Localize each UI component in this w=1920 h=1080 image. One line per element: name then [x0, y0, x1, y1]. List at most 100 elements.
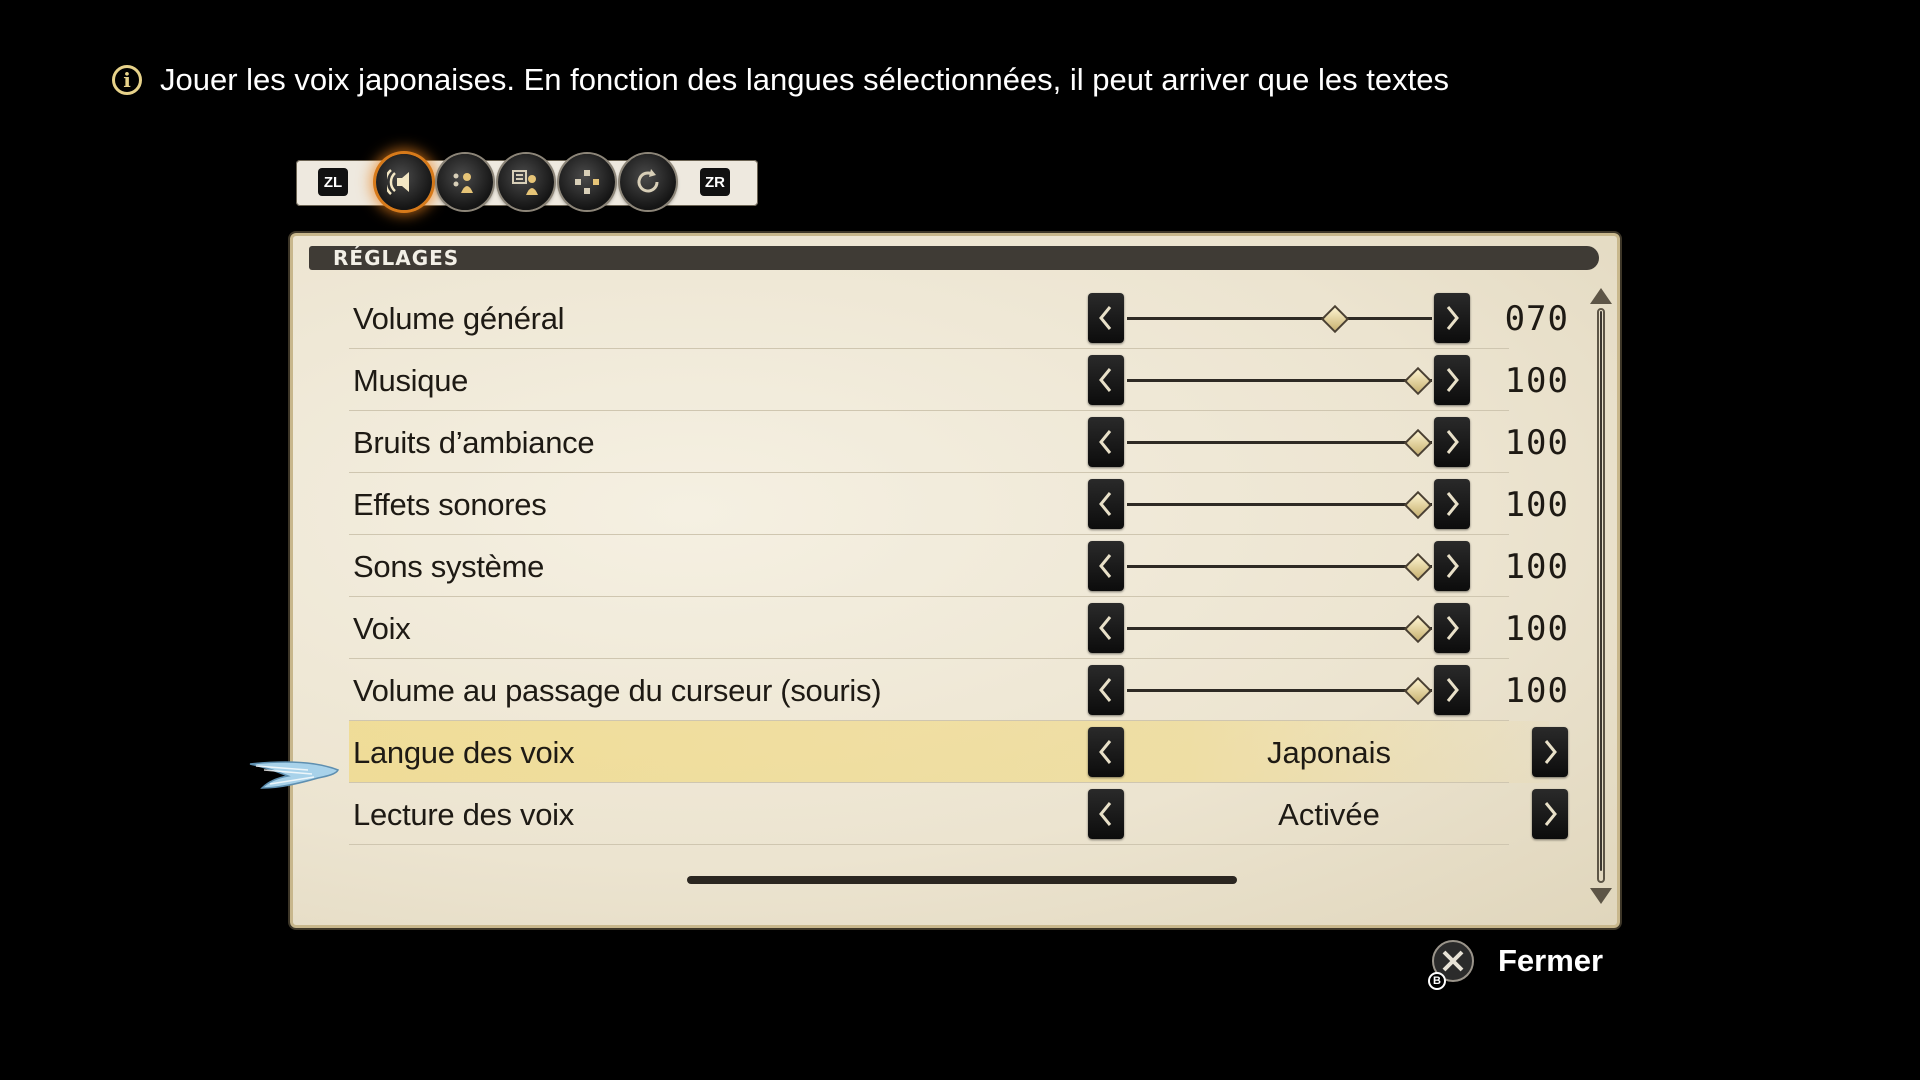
- slider-knob[interactable]: [1320, 304, 1350, 334]
- setting-value: 100: [1504, 485, 1569, 525]
- slider-knob[interactable]: [1403, 428, 1433, 458]
- close-label: Fermer: [1498, 943, 1604, 978]
- tab-display[interactable]: [498, 154, 554, 210]
- chevron-left-icon: [1099, 306, 1112, 330]
- setting-label: Langue des voix: [353, 735, 575, 770]
- b-button-glyph: B: [1428, 972, 1446, 990]
- decrease-button[interactable]: [1088, 541, 1124, 591]
- setting-row-sound-effects[interactable]: Effets sonores 100: [349, 473, 1568, 535]
- setting-row-system-sounds[interactable]: Sons système 100: [349, 535, 1568, 597]
- scrollbar-thumb[interactable]: [1600, 311, 1602, 871]
- setting-row-voice-playback[interactable]: Lecture des voix Activée: [349, 783, 1568, 845]
- decrease-button[interactable]: [1088, 603, 1124, 653]
- setting-value: 100: [1504, 361, 1569, 401]
- volume-slider[interactable]: [1127, 317, 1432, 320]
- setting-label: Lecture des voix: [353, 797, 574, 832]
- chevron-left-icon: [1099, 616, 1112, 640]
- settings-tab-bar: ZL ZR: [296, 154, 758, 210]
- setting-value: 070: [1504, 299, 1569, 339]
- chevron-right-icon: [1544, 740, 1557, 764]
- tab-reset[interactable]: [620, 154, 676, 210]
- chevron-right-icon: [1446, 554, 1459, 578]
- setting-choice-value: Japonais: [1266, 735, 1392, 770]
- chevron-left-icon: [1099, 430, 1112, 454]
- setting-label: Volume général: [353, 301, 565, 336]
- hint-text: Jouer les voix japonaises. En fonction d…: [160, 62, 1449, 97]
- slider-knob[interactable]: [1403, 676, 1433, 706]
- volume-slider[interactable]: [1127, 689, 1432, 692]
- volume-slider[interactable]: [1127, 627, 1432, 630]
- close-icon: B: [1428, 938, 1476, 990]
- previous-option-button[interactable]: [1088, 727, 1124, 777]
- increase-button[interactable]: [1434, 293, 1470, 343]
- hint-bar: i Jouer les voix japonaises. En fonction…: [112, 62, 1630, 98]
- setting-value: 100: [1504, 609, 1569, 649]
- volume-slider[interactable]: [1127, 379, 1432, 382]
- volume-slider[interactable]: [1127, 441, 1432, 444]
- previous-option-button[interactable]: [1088, 789, 1124, 839]
- decrease-button[interactable]: [1088, 355, 1124, 405]
- setting-value: 100: [1504, 423, 1569, 463]
- chevron-left-icon: [1099, 802, 1112, 826]
- slider-knob[interactable]: [1403, 490, 1433, 520]
- tab-controls[interactable]: [559, 154, 615, 210]
- setting-row-music[interactable]: Musique 100: [349, 349, 1568, 411]
- tab-sound[interactable]: [376, 154, 432, 210]
- sound-icon: [387, 169, 409, 195]
- decrease-button[interactable]: [1088, 417, 1124, 467]
- setting-label: Voix: [353, 611, 411, 646]
- panel-title: RÉGLAGES: [309, 246, 1599, 270]
- increase-button[interactable]: [1434, 417, 1470, 467]
- increase-button[interactable]: [1434, 479, 1470, 529]
- zl-shoulder-button[interactable]: ZL: [318, 168, 348, 196]
- setting-label: Volume au passage du curseur (souris): [353, 673, 882, 708]
- close-button[interactable]: B Fermer: [1428, 938, 1604, 990]
- chevron-left-icon: [1099, 368, 1112, 392]
- increase-button[interactable]: [1434, 603, 1470, 653]
- setting-row-voice[interactable]: Voix 100: [349, 597, 1568, 659]
- chevron-left-icon: [1099, 678, 1112, 702]
- decrease-button[interactable]: [1088, 665, 1124, 715]
- settings-panel: RÉGLAGES Volume général 070 Musique 100 …: [290, 233, 1620, 928]
- decrease-button[interactable]: [1088, 293, 1124, 343]
- setting-row-master-volume[interactable]: Volume général 070: [349, 287, 1568, 349]
- chevron-right-icon: [1446, 492, 1459, 516]
- setting-row-ambient[interactable]: Bruits d’ambiance 100: [349, 411, 1568, 473]
- tab-party[interactable]: [437, 154, 493, 210]
- chevron-left-icon: [1099, 740, 1112, 764]
- next-option-button[interactable]: [1532, 789, 1568, 839]
- chevron-right-icon: [1544, 802, 1557, 826]
- chevron-right-icon: [1446, 368, 1459, 392]
- scroll-up-arrow-icon[interactable]: [1590, 288, 1612, 304]
- setting-label: Sons système: [353, 549, 545, 584]
- decrease-button[interactable]: [1088, 479, 1124, 529]
- chevron-left-icon: [1099, 492, 1112, 516]
- setting-row-cursor-volume[interactable]: Volume au passage du curseur (souris) 10…: [349, 659, 1568, 721]
- slider-knob[interactable]: [1403, 614, 1433, 644]
- slider-knob[interactable]: [1403, 552, 1433, 582]
- setting-value: 100: [1504, 547, 1569, 587]
- setting-row-voice-language[interactable]: Langue des voix Japonais: [349, 721, 1568, 783]
- chevron-right-icon: [1446, 616, 1459, 640]
- party-icon: [453, 173, 473, 193]
- reset-icon: [637, 169, 659, 193]
- gamepad-icon: [575, 170, 599, 194]
- volume-slider[interactable]: [1127, 503, 1432, 506]
- horizontal-scroll-indicator: [687, 876, 1237, 884]
- wing-cursor-icon: [249, 761, 340, 789]
- increase-button[interactable]: [1434, 541, 1470, 591]
- chevron-right-icon: [1446, 306, 1459, 330]
- info-icon: i: [112, 65, 142, 95]
- volume-slider[interactable]: [1127, 565, 1432, 568]
- increase-button[interactable]: [1434, 665, 1470, 715]
- display-text-icon: [512, 170, 538, 195]
- setting-value: 100: [1504, 671, 1569, 711]
- increase-button[interactable]: [1434, 355, 1470, 405]
- slider-knob[interactable]: [1403, 366, 1433, 396]
- scroll-down-arrow-icon[interactable]: [1590, 888, 1612, 904]
- vertical-scrollbar[interactable]: [1597, 308, 1605, 883]
- next-option-button[interactable]: [1532, 727, 1568, 777]
- setting-label: Effets sonores: [353, 487, 547, 522]
- zr-shoulder-button[interactable]: ZR: [700, 168, 730, 196]
- setting-label: Bruits d’ambiance: [353, 425, 595, 460]
